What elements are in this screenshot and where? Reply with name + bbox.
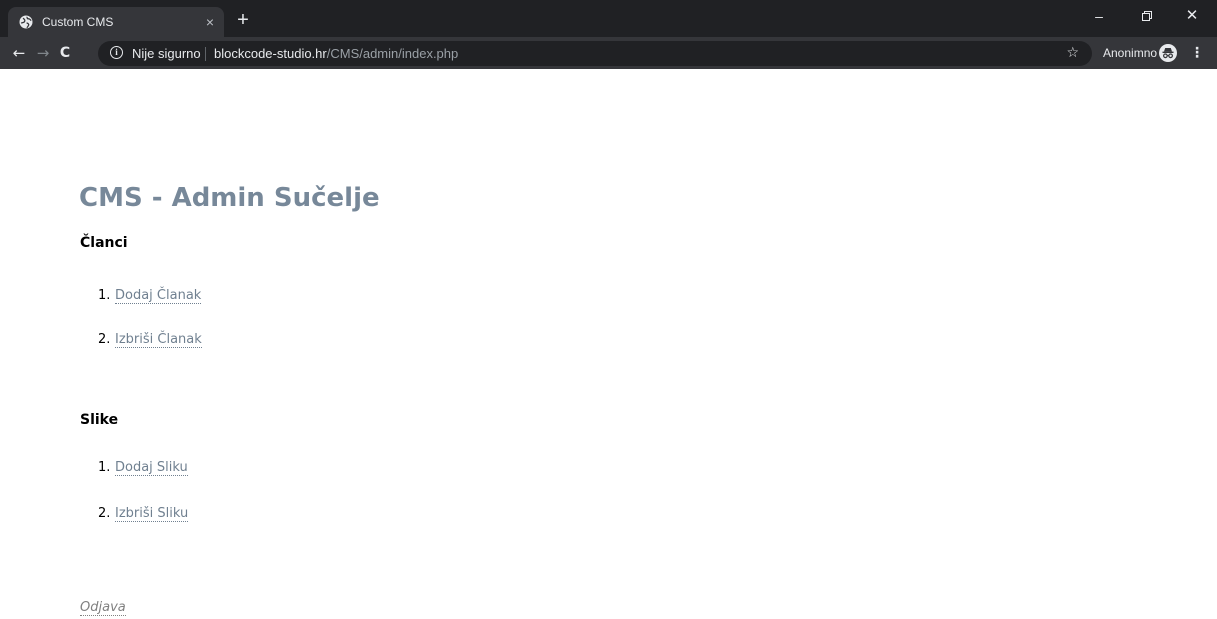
address-bar[interactable]: i Nije sigurno blockcode-studio.hr/CMS/a… — [98, 41, 1092, 66]
list-item: 1. Dodaj Članak — [98, 288, 202, 304]
globe-icon — [19, 15, 33, 29]
incognito-icon[interactable] — [1159, 44, 1177, 62]
browser-toolbar: ← → C i Nije sigurno blockcode-studio.hr… — [0, 37, 1217, 69]
incognito-label[interactable]: Anonimno — [1103, 37, 1157, 69]
back-button[interactable]: ← — [8, 37, 30, 69]
section-heading-slike: Slike — [80, 412, 119, 428]
url-host: blockcode-studio.hr — [214, 46, 327, 61]
url-text[interactable]: blockcode-studio.hr/CMS/admin/index.php — [214, 41, 458, 66]
list-number: 1. — [98, 288, 111, 303]
url-path: /CMS/admin/index.php — [326, 46, 459, 61]
browser-titlebar: Custom CMS × + – ✕ — [0, 0, 1217, 37]
minimize-button[interactable]: – — [1082, 0, 1116, 32]
list-item: 2. Izbriši Članak — [98, 332, 202, 348]
list-number: 2. — [98, 332, 111, 347]
restore-button[interactable] — [1130, 0, 1164, 32]
star-icon[interactable]: ☆ — [1066, 41, 1079, 66]
close-window-button[interactable]: ✕ — [1175, 0, 1209, 32]
list-item: 2. Izbriši Sliku — [98, 506, 189, 522]
tab-title: Custom CMS — [42, 15, 114, 29]
security-indicator[interactable]: Nije sigurno — [132, 41, 201, 66]
info-icon[interactable]: i — [110, 46, 123, 59]
add-article-link[interactable]: Dodaj Članak — [115, 288, 202, 304]
tab-close-icon[interactable]: × — [206, 7, 214, 37]
page-content: CMS - Admin Sučelje Članci 1. Dodaj Člana… — [0, 69, 1217, 619]
menu-icon[interactable]: ⋮ — [1189, 37, 1205, 69]
list-number: 1. — [98, 460, 111, 475]
delete-image-link[interactable]: Izbriši Sliku — [115, 506, 189, 522]
new-tab-button[interactable]: + — [232, 9, 254, 31]
list-item: 1. Dodaj Sliku — [98, 460, 188, 476]
forward-button[interactable]: → — [32, 37, 54, 69]
add-image-link[interactable]: Dodaj Sliku — [115, 460, 188, 476]
address-separator — [205, 47, 206, 61]
browser-tab[interactable]: Custom CMS × — [8, 7, 224, 37]
reload-button[interactable]: C — [54, 37, 76, 69]
delete-article-link[interactable]: Izbriši Članak — [115, 332, 202, 348]
logout-link[interactable]: Odjava — [80, 600, 126, 616]
page-title: CMS - Admin Sučelje — [79, 183, 380, 213]
restore-icon — [1142, 10, 1152, 21]
list-number: 2. — [98, 506, 111, 521]
section-heading-clanci: Članci — [80, 235, 128, 251]
